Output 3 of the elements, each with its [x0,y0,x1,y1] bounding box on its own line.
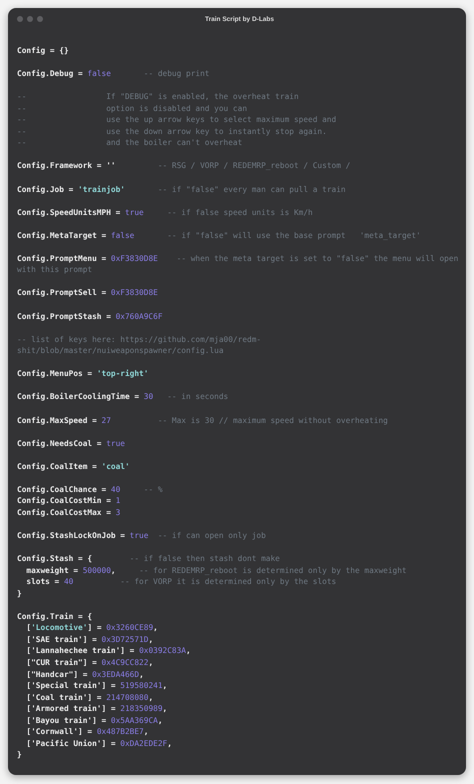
close-button[interactable] [17,16,23,22]
minimize-button[interactable] [27,16,33,22]
zoom-button[interactable] [37,16,43,22]
